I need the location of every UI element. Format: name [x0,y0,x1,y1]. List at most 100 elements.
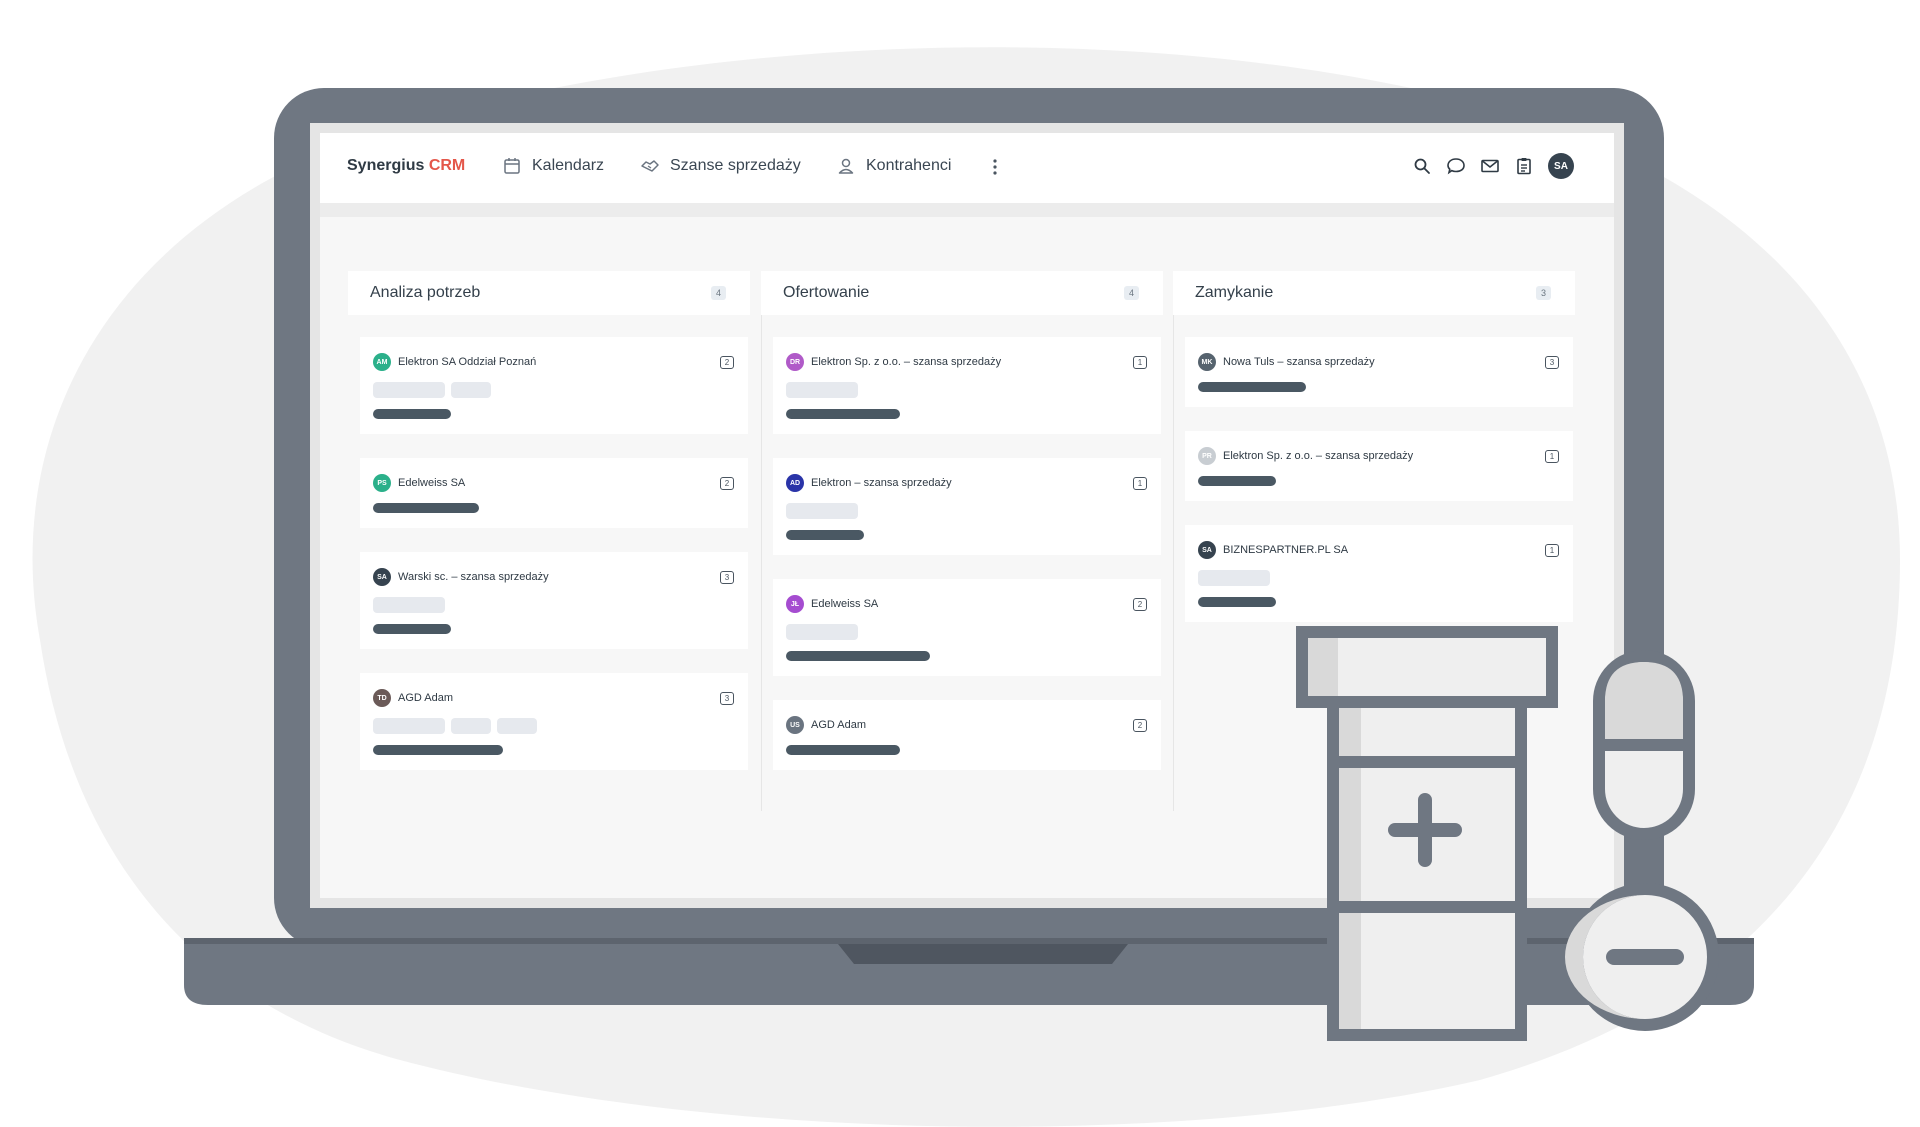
column-header[interactable]: Ofertowanie 4 [761,271,1163,315]
brand-logo[interactable]: Synergius CRM [347,157,465,175]
card-count-badge: 2 [720,476,734,490]
card-header: SA Warski sc. – szansa sprzedaży 3 [373,568,734,586]
column-title: Ofertowanie [783,284,870,301]
tag-placeholder [373,597,445,613]
owner-avatar: PS [373,474,391,492]
opportunity-card[interactable]: AD Elektron – szansa sprzedaży 1 [773,458,1161,555]
value-bar [786,745,900,755]
person-icon [838,158,854,174]
nav-item-label: Kalendarz [532,157,605,174]
opportunity-card[interactable]: SA BIZNESPARTNER.PL SA 1 [1185,525,1573,622]
column-count-badge: 4 [710,286,726,300]
card-header: JŁ Edelweiss SA 2 [786,595,1147,613]
opportunity-card[interactable]: DR Elektron Sp. z o.o. – szansa sprzedaży… [773,337,1161,434]
card-title: SA BIZNESPARTNER.PL SA [1198,541,1348,559]
column-title: Analiza potrzeb [370,284,481,301]
opportunity-card[interactable]: PS Edelweiss SA 2 [360,458,748,528]
navbar-shadow [320,203,1614,217]
value-bar [373,409,451,419]
card-count-badge: 1 [1133,355,1147,369]
opportunity-card[interactable]: JŁ Edelweiss SA 2 [773,579,1161,676]
opportunity-card[interactable]: PR Elektron Sp. z o.o. – szansa sprzedaży… [1185,431,1573,501]
column-title: Zamykanie [1195,284,1274,301]
tag-placeholder [451,382,491,398]
owner-avatar: AD [786,474,804,492]
value-bar [373,745,503,755]
user-avatar[interactable]: SA [1548,153,1574,179]
nav-item-label: Kontrahenci [866,157,952,174]
top-navbar: Synergius CRM Kalendarz Szanse sprzedaży… [320,133,1614,203]
opportunity-card[interactable]: SA Warski sc. – szansa sprzedaży 3 [360,552,748,649]
column-header[interactable]: Analiza potrzeb 4 [348,271,750,315]
brand-main-text: Synergius [347,157,429,174]
column-count-badge: 3 [1535,286,1551,300]
value-bar [1198,476,1276,486]
tag-placeholders [373,382,734,398]
tag-placeholders [373,718,734,734]
tag-placeholders [786,503,1147,519]
card-header: DR Elektron Sp. z o.o. – szansa sprzedaży… [786,353,1147,371]
tag-placeholder [497,718,537,734]
owner-avatar: SA [1198,541,1216,559]
nav-item-calendar[interactable]: Kalendarz [502,156,604,176]
card-count-badge: 3 [720,570,734,584]
card-header: PS Edelweiss SA 2 [373,474,734,492]
tag-placeholder [373,382,445,398]
search-icon[interactable] [1412,156,1432,176]
value-bar [1198,597,1276,607]
card-count-badge: 3 [1545,355,1559,369]
card-header: US AGD Adam 2 [786,716,1147,734]
card-name-text: Elektron – szansa sprzedaży [811,477,952,489]
nav-item-opportunities[interactable]: Szanse sprzedaży [640,156,801,176]
card-count-badge: 1 [1545,543,1559,557]
tag-placeholder [1198,570,1270,586]
tag-placeholders [786,624,1147,640]
card-name-text: Edelweiss SA [398,477,466,489]
vertical-dots-icon[interactable] [992,155,998,179]
card-count-badge: 3 [720,691,734,705]
card-title: MK Nowa Tuls – szansa sprzedaży [1198,353,1375,371]
card-name-text: Warski sc. – szansa sprzedaży [398,571,549,583]
card-title: AD Elektron – szansa sprzedaży [786,474,952,492]
card-header: MK Nowa Tuls – szansa sprzedaży 3 [1198,353,1559,371]
kanban-column: Analiza potrzeb 4 AM Elektron SA Oddział Po… [348,271,750,770]
nav-item-label: Szanse sprzedaży [670,157,801,174]
card-count-badge: 2 [1133,597,1147,611]
opportunity-card[interactable]: AM Elektron SA Oddział Poznań 2 [360,337,748,434]
brand-accent-text: CRM [428,157,466,174]
card-name-text: BIZNESPARTNER.PL SA [1223,544,1349,556]
card-title: SA Warski sc. – szansa sprzedaży [373,568,549,586]
opportunity-card[interactable]: TD AGD Adam 3 [360,673,748,770]
owner-avatar: JŁ [786,595,804,613]
card-count-badge: 2 [1133,718,1147,732]
column-header[interactable]: Zamykanie 3 [1173,271,1575,315]
tag-placeholder [786,624,858,640]
value-bar [786,530,864,540]
owner-avatar: MK [1198,353,1216,371]
column-count-badge: 4 [1123,286,1139,300]
card-header: TD AGD Adam 3 [373,689,734,707]
handshake-icon [641,160,659,172]
opportunity-card[interactable]: US AGD Adam 2 [773,700,1161,770]
card-title: PS Edelweiss SA [373,474,465,492]
chat-icon[interactable] [1446,156,1466,176]
value-bar [373,503,479,513]
owner-avatar: DR [786,353,804,371]
nav-item-contractors[interactable]: Kontrahenci [836,156,951,176]
card-name-text: Edelweiss SA [811,598,879,610]
card-name-text: Nowa Tuls – szansa sprzedaży [1223,356,1375,368]
crm-screen: Synergius CRM Kalendarz Szanse sprzedaży… [320,133,1614,898]
nav-right-tools: SA [1412,153,1574,179]
value-bar [1198,382,1306,392]
card-header: SA BIZNESPARTNER.PL SA 1 [1198,541,1559,559]
value-bar [373,624,451,634]
tag-placeholder [451,718,491,734]
clipboard-icon[interactable] [1514,156,1534,176]
tag-placeholder [786,382,858,398]
mail-icon[interactable] [1480,156,1500,176]
opportunity-card[interactable]: MK Nowa Tuls – szansa sprzedaży 3 [1185,337,1573,407]
card-name-text: AGD Adam [811,719,867,731]
owner-avatar: SA [373,568,391,586]
card-header: AD Elektron – szansa sprzedaży 1 [786,474,1147,492]
card-count-badge: 2 [720,355,734,369]
